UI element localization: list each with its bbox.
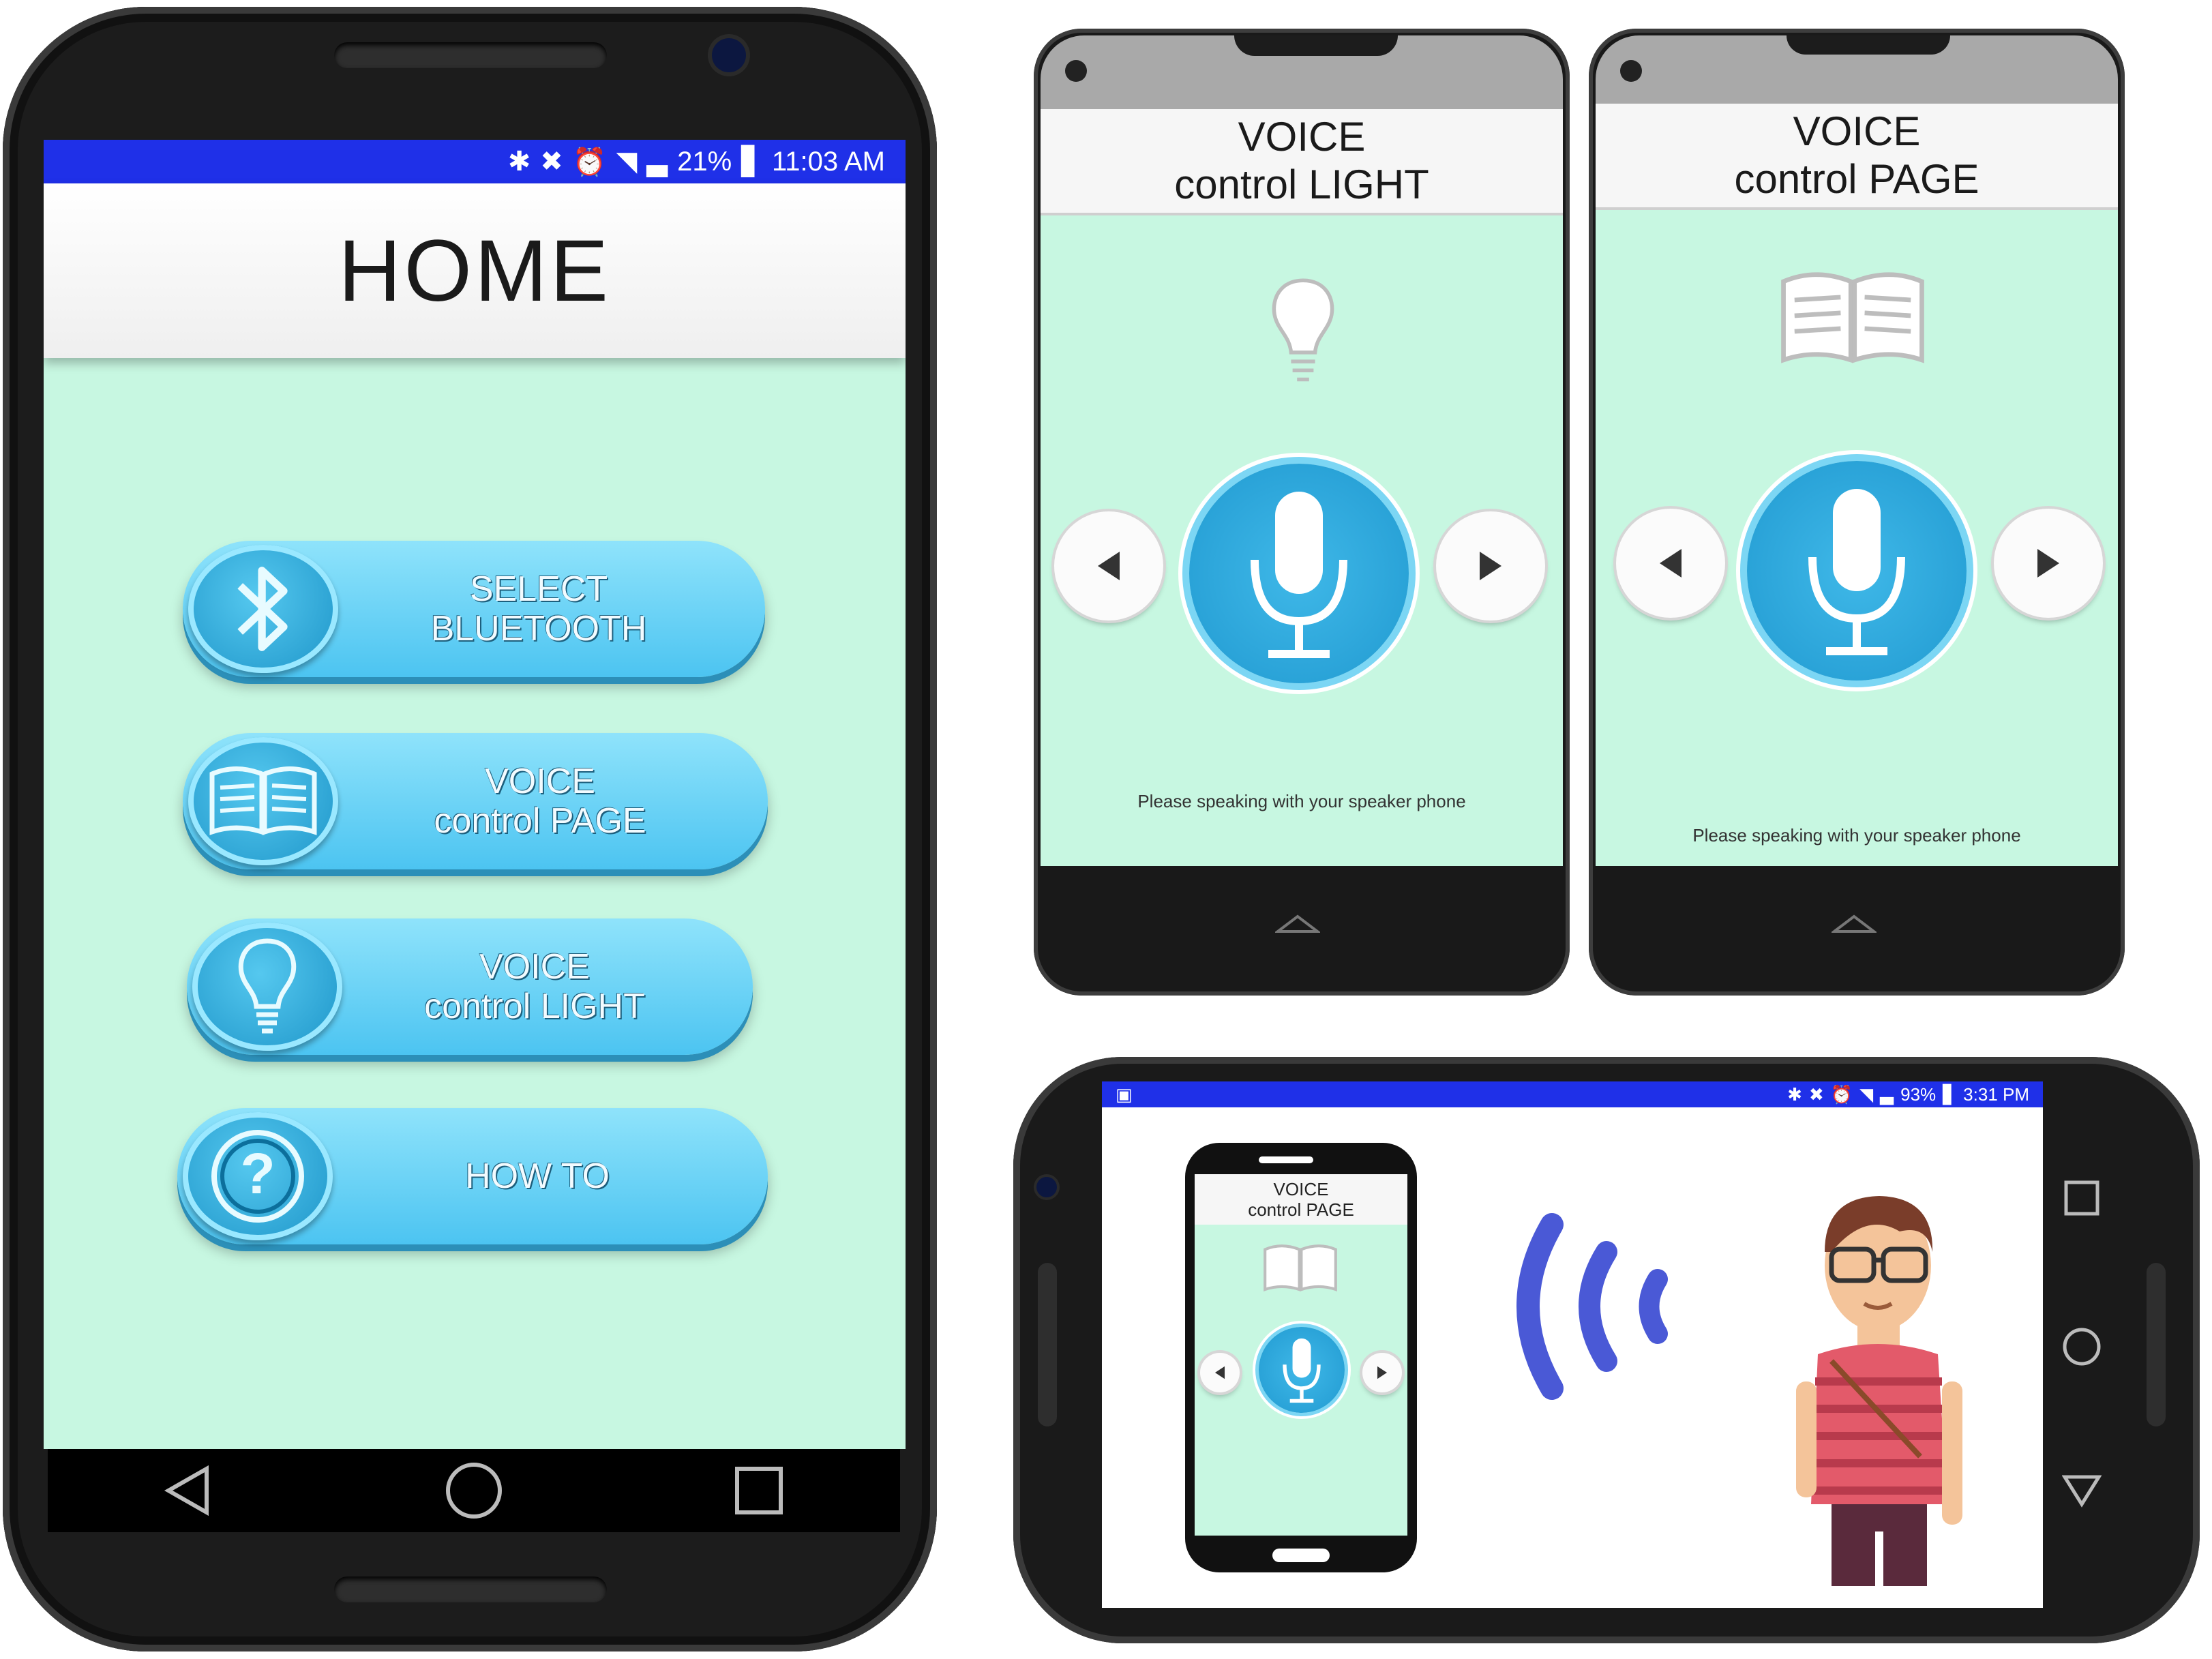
button-label-line1: VOICE: [485, 762, 595, 801]
recents-icon[interactable]: [2062, 1178, 2102, 1218]
mute-icon: ✖: [1808, 1083, 1824, 1105]
microphone-icon: [1283, 1338, 1321, 1403]
button-label-line1: VOICE: [479, 947, 590, 987]
landscape-speaker-left: [1038, 1263, 1057, 1426]
home-icon[interactable]: [1832, 911, 1877, 938]
screen-header: VOICE control LIGHT: [1041, 109, 1563, 215]
left-arrow-icon: [1098, 552, 1120, 580]
microphone-icon: [1251, 492, 1347, 658]
microphone-button[interactable]: [1189, 464, 1409, 683]
image-notification-icon: ▣: [1116, 1083, 1133, 1105]
header-line2: control LIGHT: [1174, 162, 1429, 207]
wifi-icon: ◥: [1859, 1083, 1874, 1105]
voice-page-screen: VOICE control PAGE Please speaking with …: [1596, 104, 2118, 866]
hint-text: Please speaking with your speaker phone: [1137, 791, 1466, 811]
select-bluetooth-button[interactable]: SELECT BLUETOOTH: [183, 541, 765, 677]
inner-microphone-button: [1259, 1327, 1345, 1413]
header-line2: control PAGE: [1248, 1199, 1354, 1220]
book-icon: [188, 737, 338, 865]
button-label: HOW TO: [465, 1156, 610, 1196]
sound-waves-icon: [1516, 1213, 1668, 1400]
bluetooth-icon: [188, 545, 338, 673]
next-button[interactable]: [1994, 509, 2103, 618]
back-icon[interactable]: [162, 1463, 216, 1518]
main-phone-earpiece: [334, 42, 607, 68]
bluetooth-icon: ✱: [1787, 1083, 1802, 1105]
wifi-icon: ◥: [616, 147, 638, 177]
right-arrow-icon: [2037, 549, 2059, 578]
screen-header: VOICE control PAGE: [1596, 104, 2118, 210]
home-icon[interactable]: [443, 1460, 505, 1521]
landscape-camera: [1036, 1177, 1057, 1197]
header-line1: VOICE: [1793, 108, 1921, 154]
left-arrow-icon: [1214, 1366, 1225, 1379]
page-title: HOME: [338, 222, 611, 320]
left-arrow-icon: [1660, 549, 1682, 578]
home-icon[interactable]: [2061, 1326, 2103, 1368]
right-arrow-icon: [1480, 552, 1501, 580]
inner-phone-screen: VOICE control PAGE: [1195, 1174, 1407, 1536]
signal-icon: ▃: [1880, 1083, 1894, 1105]
question-icon: ?: [183, 1112, 333, 1240]
status-bar: ▣ ✱ ✖ ⏰ ◥ ▃ 93% ▋ 3:31 PM: [1102, 1081, 2043, 1107]
alarm-icon: ⏰: [572, 147, 607, 177]
button-label-line2: control PAGE: [434, 801, 646, 841]
button-label-line2: BLUETOOTH: [430, 609, 647, 648]
book-icon: [1781, 272, 1924, 363]
book-icon: [1264, 1244, 1337, 1291]
how-to-button[interactable]: ? HOW TO: [177, 1108, 768, 1244]
status-bar: ✱ ✖ ⏰ ◥ ▃ 21% ▋ 11:03 AM: [44, 140, 906, 183]
inner-phone-speaker: [1259, 1156, 1313, 1163]
hint-text: Please speaking with your speaker phone: [1692, 825, 2021, 846]
alarm-icon: ⏰: [1830, 1083, 1853, 1105]
battery-percent: 21%: [677, 146, 732, 177]
signal-icon: ▃: [646, 147, 668, 177]
battery-icon: ▋: [741, 147, 762, 177]
next-button[interactable]: [1436, 511, 1545, 621]
inner-previous-button: [1200, 1353, 1240, 1392]
voice-control-light-button[interactable]: VOICE control LIGHT: [187, 918, 753, 1055]
voice-control-page-button[interactable]: VOICE control PAGE: [183, 733, 768, 869]
home-screen: ✱ ✖ ⏰ ◥ ▃ 21% ▋ 11:03 AM HOME SELECT BLU…: [44, 140, 906, 1449]
main-phone-camera: [712, 38, 746, 72]
header-line1: VOICE: [1273, 1179, 1329, 1199]
header-line2: control PAGE: [1734, 156, 1979, 202]
page-phone-notch: [1787, 35, 1950, 55]
inner-phone-home-button: [1272, 1549, 1330, 1562]
button-label-line1: SELECT: [469, 569, 608, 609]
right-arrow-icon: [1377, 1366, 1388, 1379]
svg-text:?: ?: [240, 1141, 275, 1206]
recents-icon[interactable]: [732, 1463, 786, 1518]
voice-light-screen: VOICE control LIGHT Please speaking with…: [1041, 109, 1563, 866]
previous-button[interactable]: [1616, 509, 1725, 618]
inner-next-button: [1362, 1353, 1402, 1392]
lightbulb-icon: [1272, 278, 1334, 382]
page-phone-camera: [1620, 60, 1642, 82]
bluetooth-icon: ✱: [507, 147, 531, 177]
lightbulb-icon: [192, 923, 342, 1051]
app-header: HOME: [44, 183, 906, 358]
landscape-speaker-right: [2147, 1263, 2166, 1426]
previous-button[interactable]: [1054, 511, 1163, 621]
home-icon[interactable]: [1275, 911, 1320, 938]
button-label-line2: control LIGHT: [424, 987, 645, 1026]
landscape-screen: ▣ ✱ ✖ ⏰ ◥ ▃ 93% ▋ 3:31 PM VOICE control …: [1102, 1081, 2043, 1608]
clock: 11:03 AM: [771, 146, 885, 177]
battery-icon: ▋: [1943, 1083, 1957, 1105]
back-icon[interactable]: [2062, 1473, 2102, 1508]
header-line1: VOICE: [1238, 114, 1366, 160]
person-illustration: [1796, 1196, 1962, 1586]
microphone-button[interactable]: [1747, 461, 1967, 681]
microphone-icon: [1808, 489, 1905, 655]
navigation-bar: [48, 1449, 900, 1532]
inner-phone-header: VOICE control PAGE: [1195, 1174, 1407, 1225]
light-phone-camera: [1065, 60, 1087, 82]
battery-percent: 93%: [1900, 1083, 1937, 1105]
main-phone-bottom-speaker: [334, 1576, 607, 1602]
mute-icon: ✖: [540, 147, 563, 177]
light-phone-notch: [1234, 35, 1398, 56]
clock: 3:31 PM: [1963, 1083, 2029, 1105]
